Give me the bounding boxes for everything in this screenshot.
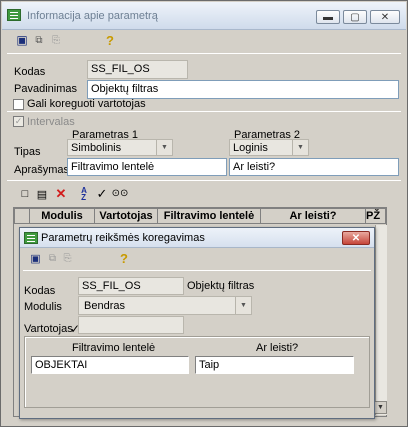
dialog-save-icon[interactable]: ▣ <box>29 252 42 265</box>
grid-col-modulis[interactable]: Modulis <box>30 209 95 223</box>
dialog-vartotojas-field <box>78 316 184 334</box>
main-window-title: Informacija apie parametrą <box>27 10 158 22</box>
tipas2-combo: Loginis ▼ <box>229 139 309 156</box>
edit-record-icon[interactable]: ▤ <box>36 187 48 201</box>
main-titlebar: Informacija apie parametrą ▬ ▢ ✕ <box>2 2 406 30</box>
pavadinimas-label: Pavadinimas <box>14 83 77 95</box>
grid-scrollbar[interactable] <box>375 225 387 415</box>
dialog-close-button[interactable]: ✕ <box>342 231 370 245</box>
dialog-title: Parametrų reikšmės koregavimas <box>41 232 205 244</box>
dialog-modulis-combo: Bendras ▼ <box>78 296 252 315</box>
dialog-col2-header: Ar leisti? <box>256 342 299 354</box>
save-icon[interactable]: ▣ <box>15 33 29 47</box>
grid-header: Modulis Vartotojas Filtravimo lentelė Ar… <box>14 208 386 224</box>
grid-divider <box>7 180 401 181</box>
minimize-button[interactable]: ▬ <box>316 10 340 24</box>
kodas-label: Kodas <box>14 66 46 78</box>
tipas2-value: Loginis <box>233 142 268 154</box>
delete-record-icon[interactable]: ✕ <box>54 186 68 201</box>
dialog-vartotojas-label: Vartotojas <box>24 323 73 335</box>
dialog-col1-field[interactable]: OBJEKTAI <box>31 356 189 374</box>
grid-col-ar-leisti[interactable]: Ar leisti? <box>261 209 366 223</box>
main-window: Informacija apie parametrą ▬ ▢ ✕ ▣ ⧉ ⎘ ?… <box>0 0 408 427</box>
dialog-kodas-label: Kodas <box>24 285 56 297</box>
dialog-help-icon[interactable]: ? <box>118 251 130 266</box>
tipas1-value: Simbolinis <box>71 142 122 154</box>
confirm-icon[interactable]: ✓ <box>95 186 109 201</box>
grid-col-pz[interactable]: PŽ <box>366 209 380 223</box>
dialog-toolbar-divider <box>23 270 371 271</box>
edit-dialog: Parametrų reikšmės koregavimas ✕ ▣ ⧉ ⎘ ?… <box>19 227 375 419</box>
aprasymas2-field[interactable]: Ar leisti? <box>229 158 399 176</box>
aprasymas1-field[interactable]: Filtravimo lentelė <box>67 158 227 176</box>
intervalas-label: Intervalas <box>27 116 75 128</box>
section-divider <box>7 111 401 112</box>
dialog-app-icon <box>24 232 38 244</box>
toolbar-divider <box>7 53 401 54</box>
pavadinimas-field[interactable]: Objektų filtras <box>87 80 399 99</box>
copy-params-icon[interactable]: ⧉ <box>32 33 46 47</box>
dialog-modulis-value: Bendras <box>84 300 125 312</box>
grid-row-selector <box>15 209 30 223</box>
dialog-titlebar: Parametrų reikšmės koregavimas ✕ <box>20 228 374 248</box>
sort-icon[interactable]: AZ <box>77 186 91 201</box>
grid-col-filtravimo[interactable]: Filtravimo lentelė <box>158 209 261 223</box>
dialog-modulis-dropdown-icon: ▼ <box>235 297 251 314</box>
tipas-label: Tipas <box>14 146 41 158</box>
aprasymas-label: Aprašymas <box>14 164 70 176</box>
dialog-kodas-desc: Objektų filtras <box>187 280 255 292</box>
grid-scroll-down-icon[interactable]: ▼ <box>374 401 387 414</box>
dialog-modulis-label: Modulis <box>24 301 62 313</box>
tipas1-dropdown-icon: ▼ <box>156 140 172 155</box>
dialog-col1-header: Filtravimo lentelė <box>72 342 156 354</box>
tipas1-combo: Simbolinis ▼ <box>67 139 173 156</box>
gali-koreguoti-checkbox[interactable] <box>13 99 24 110</box>
dialog-kodas-field: SS_FIL_OS <box>78 277 184 295</box>
find-binoculars-icon[interactable]: ⊙⊙ <box>112 186 129 201</box>
dialog-copy-icon[interactable]: ⧉ <box>46 252 59 265</box>
app-icon <box>7 9 21 21</box>
help-icon[interactable]: ? <box>103 32 117 48</box>
new-record-icon[interactable]: □ <box>19 187 31 201</box>
paste-icon[interactable]: ⎘ <box>49 33 63 47</box>
gali-koreguoti-label: Gali koreguoti vartotojas <box>27 98 146 110</box>
maximize-button[interactable]: ▢ <box>343 10 367 24</box>
dialog-paste-icon[interactable]: ⎘ <box>61 252 74 265</box>
grid-col-vartotojas[interactable]: Vartotojas <box>95 209 158 223</box>
intervalas-checkbox: ✓ <box>13 116 24 127</box>
kodas-field: SS_FIL_OS <box>87 60 188 79</box>
close-window-button[interactable]: ✕ <box>370 10 400 24</box>
dialog-col2-field[interactable]: Taip <box>195 356 354 374</box>
tipas2-dropdown-icon: ▼ <box>292 140 308 155</box>
